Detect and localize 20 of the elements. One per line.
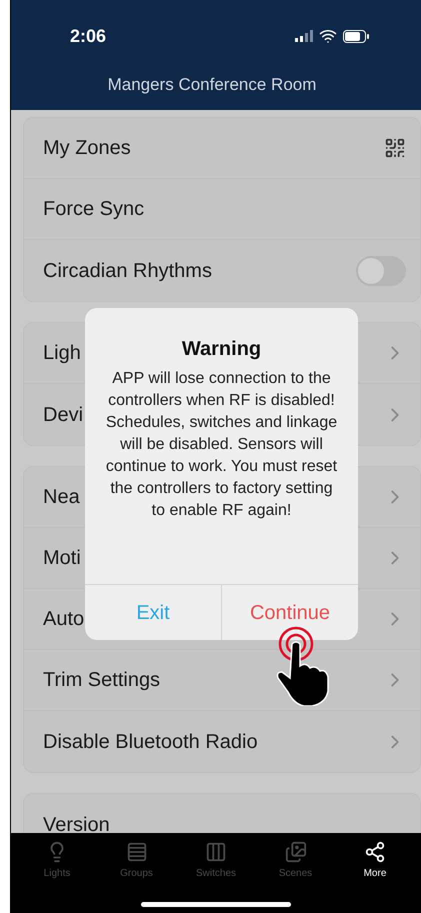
toggle-switch[interactable]: [356, 256, 406, 286]
images-icon: [284, 841, 306, 863]
signal-icon: [295, 30, 313, 42]
share-icon: [364, 841, 386, 863]
status-time: 2:06: [70, 24, 108, 48]
wifi-icon: [319, 27, 337, 45]
screen-title: Mangers Conference Room: [106, 74, 318, 96]
row-label[interactable]: Force Sync: [43, 194, 406, 224]
row-label[interactable]: Circadian Rhythms: [43, 256, 356, 286]
qr-code-icon[interactable]: [384, 137, 406, 159]
battery-icon: [343, 30, 369, 42]
dialog-title: Warning: [182, 337, 262, 362]
row-label[interactable]: Version: [43, 810, 406, 833]
dialog-message: APP will lose connection to the controllers when RF is disabled! Schedules, switches and linkage will be disabled. Sensors will continue to work. You must reset the controllers to factory setting to enable RF again!: [105, 369, 338, 521]
list-icon: [126, 841, 148, 863]
tab-item[interactable]: More: [349, 841, 401, 881]
columns-icon: [205, 841, 227, 863]
row-label[interactable]: Disable Bluetooth Radio: [43, 726, 384, 756]
row-label[interactable]: My Zones: [43, 133, 384, 163]
row-label[interactable]: Trim Settings: [43, 665, 384, 695]
